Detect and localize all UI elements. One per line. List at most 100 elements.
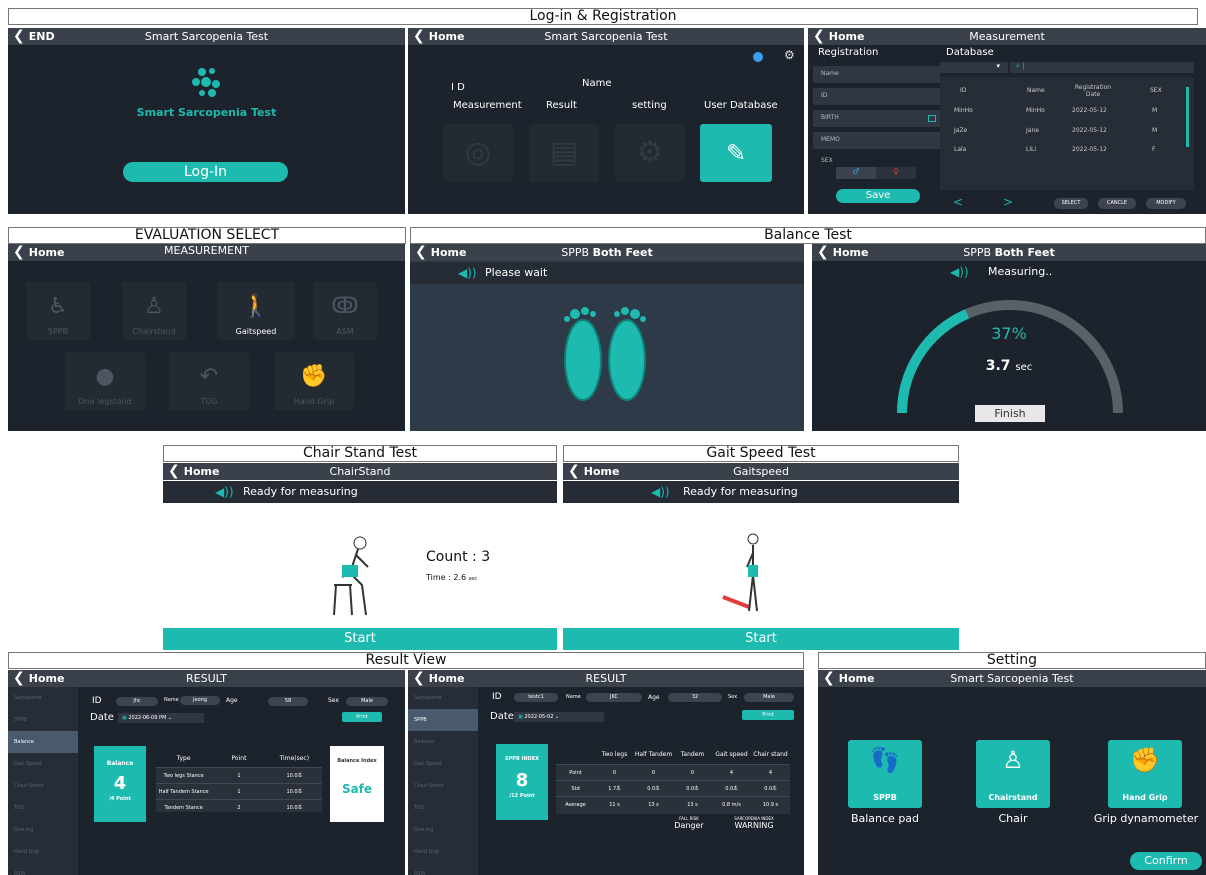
status-bar: ◀)) Please wait — [410, 262, 804, 284]
tile-chairstand[interactable]: ♙ Chairstand — [976, 740, 1050, 808]
search-input[interactable]: ⌕ | — [1010, 62, 1194, 73]
card-score: 4 — [113, 773, 127, 794]
result-sidebar: Sarcopenia SPPB Balance Gait Speed Chair… — [8, 687, 78, 875]
result-sppb-screen: ❮ Home RESULT Sarcopenia SPPB Balance Gai… — [408, 670, 804, 875]
card-score: 8 — [515, 770, 529, 791]
sidebar-item-tug[interactable]: TUG — [408, 797, 478, 819]
save-button[interactable]: Save — [836, 189, 920, 203]
modify-button[interactable]: MODIFY — [1146, 198, 1186, 209]
database-filter[interactable]: ▾ — [940, 62, 1008, 73]
gait-screen: ❮ Home Gaitspeed ◀)) Ready for measuring … — [563, 463, 959, 650]
speaker-icon: ◀)) — [651, 485, 670, 499]
gear-icon[interactable]: ⚙ — [784, 48, 795, 62]
app-title: Smart Sarcopenia Test — [950, 672, 1074, 685]
sidebar-item-asm[interactable]: ASM — [408, 863, 478, 875]
prev-button[interactable]: < — [953, 195, 963, 209]
sex-value: Male — [346, 697, 388, 706]
sidebar-item-chair-stand[interactable]: Chair Stand — [8, 775, 78, 797]
date-select[interactable]: ▣ 2022-06-09 PM ⌄ — [118, 713, 204, 723]
sidebar-item-sarcopenia[interactable]: Sarcopenia — [408, 687, 478, 709]
balance-measure-screen: ❮ Home SPPB Both Feet ◀)) Measuring.. 37%… — [812, 244, 1206, 431]
speaker-icon: ◀)) — [950, 265, 969, 279]
top-bar: ❮ Home Smart Sarcopenia Test — [408, 28, 804, 45]
tile-hand-grip[interactable]: ✊ Hand Grip — [1108, 740, 1182, 808]
age-value: 58 — [268, 697, 308, 706]
sidebar-item-hand-grip[interactable]: Hand Grip — [408, 841, 478, 863]
sidebar-item-asm[interactable]: ASM — [8, 863, 78, 875]
tile-sppb[interactable]: ♿ SPPB — [26, 282, 90, 340]
print-button[interactable]: Print — [742, 710, 794, 720]
section-eval: EVALUATION SELECT — [8, 227, 406, 244]
status-text: Measuring.. — [988, 265, 1053, 278]
name-field[interactable]: Name — [813, 66, 940, 83]
chair-screen: ❮ Home ChairStand ◀)) Ready for measuring… — [163, 463, 557, 650]
database-title: Database — [946, 47, 994, 58]
info-icon[interactable] — [753, 52, 763, 62]
sidebar-item-tug[interactable]: TUG — [8, 797, 78, 819]
tile-asm[interactable]: ↂ ASM — [313, 282, 377, 340]
cancel-button[interactable]: CANCLE — [1098, 198, 1136, 209]
database-tile[interactable]: ✎ — [700, 124, 772, 182]
result-tile[interactable]: ▤ — [529, 124, 599, 182]
sidebar-item-gait-speed[interactable]: Gait Speed — [8, 753, 78, 775]
tile-hand-grip[interactable]: ✊ Hand Grip — [274, 352, 354, 410]
sidebar-item-sppb[interactable]: SPPB — [8, 709, 78, 731]
section-result: Result View — [8, 652, 804, 669]
sidebar-item-sppb[interactable]: SPPB — [408, 709, 478, 731]
memo-field[interactable]: MEMO — [813, 132, 940, 149]
sidebar-item-one-leg[interactable]: One leg — [8, 819, 78, 841]
progress-arc — [897, 300, 1123, 414]
u-turn-icon: ↶ — [199, 364, 219, 389]
balance-table: Type Point Time(sec) Two legs Stance 1 10.0초… — [156, 750, 322, 812]
sidebar-item-sarcopenia[interactable]: Sarcopenia — [8, 687, 78, 709]
tile-one-legstand[interactable]: ● One legstand — [65, 352, 145, 410]
confirm-button[interactable]: Confirm — [1130, 852, 1202, 870]
table-row: Two legs Stance 1 10.0초 — [156, 767, 322, 783]
male-toggle[interactable]: ♂ — [836, 167, 876, 179]
sidebar-item-one-leg[interactable]: One leg — [408, 819, 478, 841]
measurement-tile[interactable]: ◎ — [443, 124, 513, 182]
fall-risk: FALL RISK Danger — [664, 816, 714, 830]
finish-button[interactable]: Finish — [975, 405, 1045, 422]
start-button[interactable]: Start — [563, 628, 959, 650]
select-button[interactable]: SELECT — [1054, 198, 1088, 209]
table-row[interactable]: Lala LiLi 2022-05-12 F — [940, 146, 1180, 158]
sidebar-item-balance[interactable]: Balance — [8, 731, 78, 753]
top-bar: ❮ Home RESULT — [8, 670, 405, 687]
chair-icon: ♙ — [144, 294, 164, 319]
tile-gaitspeed[interactable]: 🚶 Gaitspeed — [217, 282, 295, 340]
tile-sppb[interactable]: 👣 SPPB — [848, 740, 922, 808]
balance-wait-screen: ❮ Home SPPB Both Feet ◀)) Please wait — [410, 244, 804, 431]
sppb-score-card: SPPB INDEX 8 /12 Point — [496, 744, 548, 820]
table-row[interactable]: JaZe Jane 2022-05-12 M — [940, 127, 1180, 139]
id-field[interactable]: ID — [813, 88, 940, 105]
sidebar-item-gait-speed[interactable]: Gait Speed — [408, 753, 478, 775]
top-bar: ❮ Home ChairStand — [163, 463, 557, 480]
date-select[interactable]: ▣ 2022-05-02 ⌄ — [514, 712, 604, 722]
count-text: Count : 3 — [426, 549, 491, 565]
sidebar-item-chair-stand[interactable]: Chair Stand — [408, 775, 478, 797]
calendar-icon[interactable] — [928, 115, 936, 122]
setting-tile[interactable]: ⚙ — [615, 124, 685, 182]
female-toggle[interactable]: ♀ — [876, 167, 916, 179]
top-bar: ❮ Home SPPB Both Feet — [410, 244, 804, 261]
fist-icon: ✊ — [1130, 746, 1160, 774]
table-row[interactable]: MinHo MinHo 2022-05-12 M — [940, 107, 1180, 119]
tile-tug[interactable]: ↶ TUG — [169, 352, 249, 410]
section-setting: Setting — [818, 652, 1206, 669]
page-title: MEASUREMENT — [164, 244, 249, 257]
id-label: ID — [492, 692, 502, 702]
fist-icon: ✊ — [300, 364, 328, 389]
top-bar: ❮ END Smart Sarcopenia Test — [8, 28, 405, 45]
scrollbar[interactable] — [1186, 87, 1189, 147]
time-readout: 3.7 sec — [985, 358, 1033, 374]
birth-field[interactable]: BIRTH — [813, 110, 940, 127]
tile-chairstand[interactable]: ♙ Chairstand — [122, 282, 186, 340]
sidebar-item-hand-grip[interactable]: Hand Grip — [8, 841, 78, 863]
login-button[interactable]: Log-In — [123, 162, 288, 182]
sidebar-item-balance[interactable]: Balance — [408, 731, 478, 753]
next-button[interactable]: > — [1003, 195, 1013, 209]
start-button[interactable]: Start — [163, 628, 557, 650]
print-button[interactable]: Print — [342, 712, 382, 722]
muscle-icon: ↂ — [331, 294, 359, 319]
